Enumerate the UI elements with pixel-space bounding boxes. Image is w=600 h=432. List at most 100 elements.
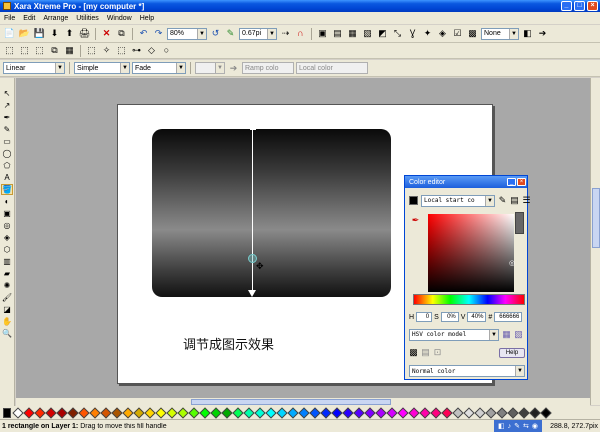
- gradient-rectangle[interactable]: [152, 129, 391, 297]
- horizontal-scroll-thumb[interactable]: [191, 399, 391, 405]
- make-named-icon[interactable]: ▤: [421, 346, 430, 359]
- flip-icon[interactable]: ◧: [521, 27, 534, 40]
- pen-tool-icon[interactable]: ✒: [1, 112, 13, 123]
- print-icon[interactable]: 🖨: [78, 27, 91, 40]
- fill-grid-icon[interactable]: ▦: [63, 44, 76, 57]
- color-type-select[interactable]: Normal color ▼: [409, 365, 525, 377]
- color-name-select[interactable]: Local start co ▼: [421, 194, 495, 207]
- ellipse-tool-icon[interactable]: ◯: [1, 148, 13, 159]
- mould-icon[interactable]: ▩: [466, 27, 479, 40]
- arrow-tray-icon[interactable]: ⇆: [523, 422, 529, 430]
- bring-front-icon[interactable]: ▣: [316, 27, 329, 40]
- value-field[interactable]: 40%: [467, 312, 487, 322]
- fill-select-icon[interactable]: ⬚: [3, 44, 16, 57]
- close-button[interactable]: ×: [587, 1, 598, 11]
- ramp-color-field[interactable]: Ramp colo: [242, 62, 294, 74]
- fill-arrow-icon[interactable]: ➔: [227, 62, 240, 75]
- transparency-tool-icon[interactable]: ◐: [1, 196, 13, 207]
- fill-end-handle[interactable]: [248, 290, 256, 297]
- menu-window[interactable]: Window: [107, 15, 132, 22]
- fill-clone-icon[interactable]: ⧉: [48, 44, 61, 57]
- fill-profile-select[interactable]: ▼: [195, 62, 225, 74]
- sound-icon[interactable]: ♪: [508, 423, 512, 430]
- send-back-icon[interactable]: ▤: [331, 27, 344, 40]
- node-icon[interactable]: ✦: [421, 27, 434, 40]
- contour-tool-icon[interactable]: ◎: [1, 220, 13, 231]
- color-picker-pen-icon[interactable]: ✒: [409, 214, 422, 227]
- bevel-tool-icon[interactable]: ◈: [1, 232, 13, 243]
- zoom-tool-icon[interactable]: 🔍: [1, 328, 13, 339]
- push-tool-icon[interactable]: ✋: [1, 316, 13, 327]
- feather-icon[interactable]: Ɣ: [406, 27, 419, 40]
- line-style-select[interactable]: None ▼: [481, 27, 519, 40]
- fill-paste-icon[interactable]: ⬚: [33, 44, 46, 57]
- fill-shape-icon[interactable]: ⬚: [85, 44, 98, 57]
- color-options-icon[interactable]: ▤: [510, 194, 519, 207]
- menu-utilities[interactable]: Utilities: [76, 15, 99, 22]
- dialog-minimize-button[interactable]: _: [507, 178, 516, 186]
- saturation-field[interactable]: 0%: [440, 312, 459, 322]
- chat-icon[interactable]: ◉: [532, 422, 538, 430]
- live-effects-tool-icon[interactable]: ✺: [1, 280, 13, 291]
- magnet-icon[interactable]: ∩: [294, 27, 307, 40]
- ungroup-icon[interactable]: ▧: [361, 27, 374, 40]
- fill-move-icon[interactable]: ⬚: [115, 44, 128, 57]
- help-button[interactable]: Help: [499, 347, 525, 358]
- line-pen-icon[interactable]: ✎: [224, 27, 237, 40]
- fill-diamond-icon[interactable]: ◇: [145, 44, 158, 57]
- eyedropper-icon[interactable]: ✎: [498, 194, 507, 207]
- model-grid-icon[interactable]: ▧: [514, 328, 523, 341]
- shape-icon[interactable]: ◩: [376, 27, 389, 40]
- export-icon[interactable]: ⬆: [63, 27, 76, 40]
- rectangle-tool-icon[interactable]: ▭: [1, 136, 13, 147]
- line-style-icon[interactable]: ⇢: [279, 27, 292, 40]
- hex-field[interactable]: 666666: [494, 312, 523, 322]
- menu-arrange[interactable]: Arrange: [43, 15, 68, 22]
- fill-node-icon[interactable]: ✧: [100, 44, 113, 57]
- palette-swatch[interactable]: [3, 407, 11, 418]
- freehand-tool-icon[interactable]: ✎: [1, 124, 13, 135]
- open-folder-icon[interactable]: 📂: [18, 27, 31, 40]
- undo-icon[interactable]: ↶: [137, 27, 150, 40]
- new-document-icon[interactable]: 📄: [3, 27, 16, 40]
- maximize-button[interactable]: □: [574, 1, 585, 11]
- menu-help[interactable]: Help: [140, 15, 154, 22]
- color-model-select[interactable]: HSV color model ▼: [409, 328, 499, 341]
- shadow-tool-icon[interactable]: ▣: [1, 208, 13, 219]
- redo-icon[interactable]: ↷: [152, 27, 165, 40]
- fill-start-handle[interactable]: [250, 124, 256, 130]
- menu-edit[interactable]: Edit: [23, 15, 35, 22]
- network-icon[interactable]: ◧: [498, 422, 505, 430]
- horizontal-scrollbar[interactable]: [16, 398, 590, 406]
- fill-link-icon[interactable]: ⊶: [130, 44, 143, 57]
- dialog-close-button[interactable]: ×: [517, 178, 526, 186]
- group-icon[interactable]: ▦: [346, 27, 359, 40]
- palette-swatch[interactable]: [540, 406, 552, 419]
- hue-slider[interactable]: [413, 294, 525, 305]
- model-options-icon[interactable]: ▦: [502, 328, 511, 341]
- selector-tool-icon[interactable]: ↖: [1, 88, 13, 99]
- line-width-select[interactable]: 0.67pi ▼: [239, 27, 277, 40]
- vertical-scroll-thumb[interactable]: [592, 188, 600, 248]
- color-menu-icon[interactable]: ☰: [522, 194, 531, 207]
- transform-icon[interactable]: ⤡: [391, 27, 404, 40]
- blend-tool-icon[interactable]: ⬡: [1, 244, 13, 255]
- copy-icon[interactable]: ⧉: [115, 27, 128, 40]
- delete-icon[interactable]: ✕: [100, 27, 113, 40]
- zoom-select[interactable]: 80% ▼: [167, 27, 207, 40]
- zoom-previous-icon[interactable]: ↺: [209, 27, 222, 40]
- vertical-scrollbar[interactable]: [590, 78, 600, 405]
- polygon-tool-icon[interactable]: ⬠: [1, 160, 13, 171]
- fill-tool-icon[interactable]: 🪣: [1, 184, 13, 195]
- photo-tool-icon[interactable]: ◪: [1, 304, 13, 315]
- contour-icon[interactable]: ◈: [436, 27, 449, 40]
- fill-copy-icon[interactable]: ⬚: [18, 44, 31, 57]
- fill-type-select[interactable]: Linear ▼: [3, 62, 65, 74]
- import-icon[interactable]: ⬇: [48, 27, 61, 40]
- save-icon[interactable]: 💾: [33, 27, 46, 40]
- arrow-icon[interactable]: ➔: [536, 27, 549, 40]
- link-color-icon[interactable]: ⊡: [433, 346, 442, 359]
- text-tool-icon[interactable]: A: [1, 172, 13, 183]
- saturation-value-picker[interactable]: [428, 214, 514, 292]
- input-method-icon[interactable]: ✎: [514, 422, 520, 430]
